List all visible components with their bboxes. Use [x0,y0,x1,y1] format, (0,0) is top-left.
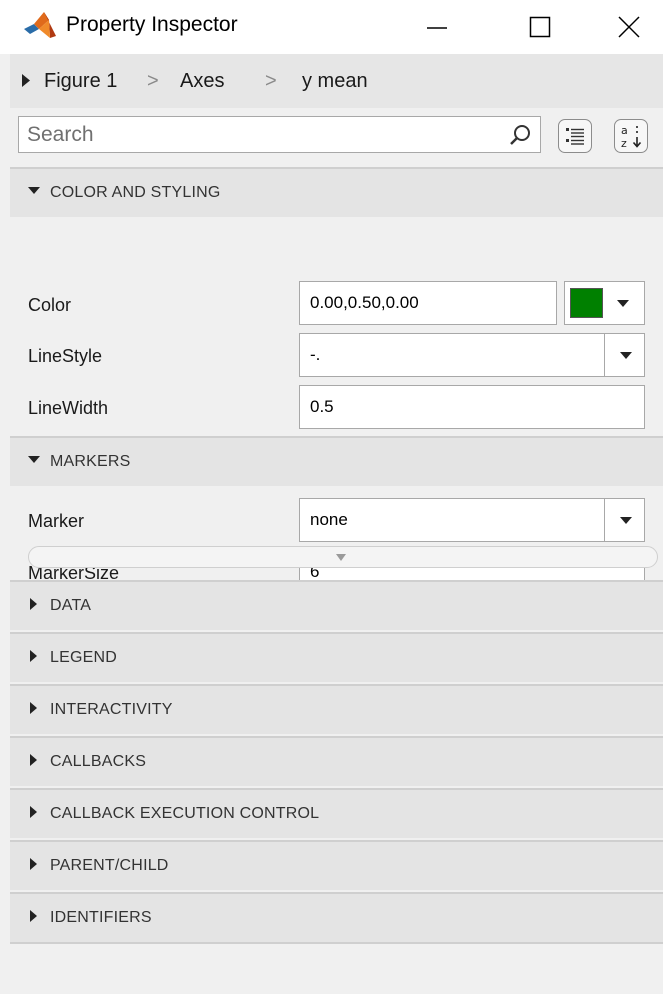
expand-triangle-icon [30,806,37,818]
prop-label-marker: Marker [28,511,85,531]
prop-label-linewidth: LineWidth [28,398,109,418]
svg-text:z: z [621,137,627,150]
section-callbacks[interactable]: CALLBACKS [10,736,663,786]
show-more-bar[interactable] [28,546,658,568]
section-legend[interactable]: LEGEND [10,632,663,682]
marker-dropdown[interactable]: none [299,498,645,542]
section-parent-child[interactable]: PARENT/CHILD [10,840,663,890]
color-value: 0.00,0.50,0.00 [310,293,419,312]
section-label: DATA [50,597,92,614]
chevron-down-icon [620,352,632,359]
section-label: INTERACTIVITY [50,701,173,718]
section-label: CALLBACKS [50,753,147,770]
breadcrumb-line[interactable]: y mean [302,69,368,93]
linestyle-dropdown[interactable]: -. [299,333,645,377]
search-icon[interactable] [509,123,533,147]
section-data[interactable]: DATA [10,580,663,630]
chevron-down-icon [617,300,629,307]
expand-triangle-icon [30,858,37,870]
color-picker-button[interactable] [564,281,645,325]
minimize-icon [427,27,447,29]
section-callback-execution-control[interactable]: CALLBACK EXECUTION CONTROL [10,788,663,838]
marker-value: none [310,510,348,529]
section-divider [10,942,663,944]
section-identifiers[interactable]: IDENTIFIERS [10,892,663,942]
search-box[interactable] [18,116,541,153]
maximize-icon [529,16,551,38]
expand-triangle-icon [30,754,37,766]
maximize-button[interactable] [511,0,569,54]
collapse-triangle-icon [28,187,40,194]
linewidth-field[interactable]: 0.5 [299,385,645,429]
breadcrumb-axes[interactable]: Axes [180,69,224,93]
expand-triangle-icon [30,650,37,662]
title-bar: Property Inspector [0,0,663,54]
close-icon [618,16,640,38]
close-button[interactable] [600,0,658,54]
section-markers[interactable]: MARKERS [10,436,663,486]
section-label: IDENTIFIERS [50,909,152,926]
breadcrumb-separator: > [265,70,277,92]
chevron-down-icon [336,554,346,561]
section-label: PARENT/CHILD [50,857,169,874]
breadcrumb: Figure 1 > Axes > y mean [10,54,663,108]
collapse-triangle-icon [28,456,40,463]
section-label: MARKERS [50,453,131,470]
color-swatch [570,288,603,318]
chevron-down-icon [620,517,632,524]
prop-label-linestyle: LineStyle [28,346,103,366]
grouped-list-icon [566,128,584,145]
sort-alpha-icon: a z [621,124,642,150]
expand-triangle-icon [30,598,37,610]
grouped-view-button[interactable] [558,119,592,153]
breadcrumb-figure[interactable]: Figure 1 [44,69,117,93]
expand-triangle-icon [30,910,37,922]
property-inspector-panel: Figure 1 > Axes > y mean Search a z COLO… [10,54,663,994]
svg-text:a: a [621,124,628,137]
minimize-button[interactable] [408,0,466,54]
search-input[interactable] [27,117,487,152]
matlab-logo-icon [24,12,56,38]
breadcrumb-expand-icon[interactable] [22,74,30,87]
search-row: a z [10,108,663,164]
expand-triangle-icon [30,702,37,714]
window-title: Property Inspector [66,13,238,36]
sort-alpha-button[interactable]: a z [614,119,648,153]
section-interactivity[interactable]: INTERACTIVITY [10,684,663,734]
linestyle-value: -. [310,345,321,364]
prop-label-color: Color [28,295,72,315]
linewidth-value: 0.5 [310,397,334,416]
section-color-and-styling[interactable]: COLOR AND STYLING [10,167,663,217]
breadcrumb-separator: > [147,70,159,92]
section-label: LEGEND [50,649,117,666]
color-value-field[interactable]: 0.00,0.50,0.00 [299,281,557,325]
section-label: COLOR AND STYLING [50,184,221,201]
section-label: CALLBACK EXECUTION CONTROL [50,805,320,822]
